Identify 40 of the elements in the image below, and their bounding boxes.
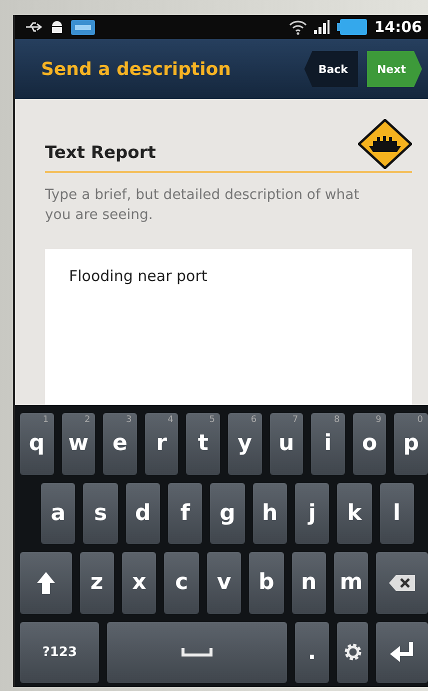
description-text-area[interactable]: Flooding near port [45, 249, 412, 405]
wifi-icon [289, 20, 308, 34]
shift-key[interactable] [20, 552, 72, 614]
backspace-key[interactable] [376, 552, 428, 614]
keyboard-key[interactable]: f [168, 482, 202, 544]
keyboard-key[interactable]: g [210, 482, 245, 544]
keyboard-key[interactable]: x [122, 552, 156, 614]
settings-key[interactable] [337, 622, 368, 683]
period-key[interactable]: . [294, 622, 330, 683]
enter-arrow-icon [389, 641, 416, 664]
backspace-icon [388, 574, 416, 592]
section-title: Text Report [45, 143, 156, 163]
keyboard-key[interactable]: s [83, 482, 118, 544]
next-button[interactable]: Next [366, 51, 422, 87]
keyboard-key[interactable]: a [41, 482, 76, 544]
space-bar-icon [181, 647, 214, 658]
keyboard-key[interactable]: k [337, 482, 372, 544]
box-icon [71, 20, 95, 34]
instruction-text: Type a brief, but detailed description of what you are seeing. [45, 186, 360, 225]
keyboard-key[interactable]: n [292, 552, 326, 614]
screen-title: Send a description [41, 58, 231, 80]
shift-arrow-icon [36, 570, 56, 595]
keyboard-key[interactable]: z [80, 552, 114, 614]
back-button[interactable]: Back [304, 51, 358, 87]
keyboard-key[interactable]: h [252, 482, 287, 544]
keyboard-key[interactable]: v [206, 552, 242, 614]
keyboard-key[interactable]: l [380, 482, 414, 544]
symbols-key[interactable]: ?123 [20, 622, 100, 683]
enter-key[interactable] [376, 622, 428, 683]
clock-time: 14:06 [374, 18, 422, 36]
signal-icon [314, 20, 330, 34]
keyboard-key[interactable]: c [164, 552, 199, 614]
usb-icon [25, 21, 43, 33]
keyboard-key[interactable]: m [334, 552, 368, 614]
keyboard-key[interactable]: d [126, 482, 160, 544]
battery-icon [337, 19, 368, 35]
ship-warning-icon [358, 119, 412, 169]
keyboard-key[interactable]: b [249, 552, 284, 614]
settings-icon [342, 642, 363, 662]
keyboard-key[interactable]: j [294, 482, 330, 544]
